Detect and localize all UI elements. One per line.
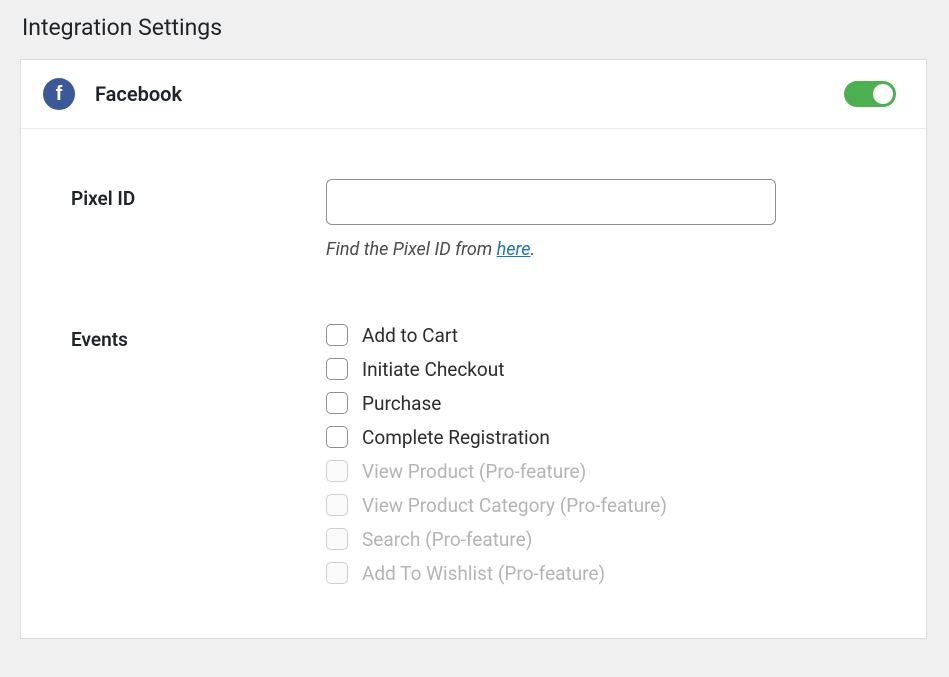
panel-header: f Facebook (21, 60, 926, 129)
pixel-id-help: Find the Pixel ID from here. (326, 239, 876, 260)
event-item: Add To Wishlist (Pro-feature) (326, 558, 876, 588)
event-item: View Product (Pro-feature) (326, 456, 876, 486)
event-checkbox[interactable] (326, 324, 348, 346)
integration-name: Facebook (95, 82, 182, 106)
event-item: View Product Category (Pro-feature) (326, 490, 876, 520)
events-label: Events (71, 320, 306, 351)
event-label: Search (Pro-feature) (362, 528, 532, 551)
event-label: View Product Category (Pro-feature) (362, 494, 667, 517)
event-item: Add to Cart (326, 320, 876, 350)
event-item: Initiate Checkout (326, 354, 876, 384)
event-checkbox (326, 494, 348, 516)
events-row: Events Add to Cart Initiate Checkout Purch… (71, 320, 876, 588)
event-item: Purchase (326, 388, 876, 418)
event-item: Complete Registration (326, 422, 876, 452)
event-label: Purchase (362, 392, 441, 415)
event-checkbox (326, 460, 348, 482)
event-checkbox (326, 562, 348, 584)
event-checkbox (326, 528, 348, 550)
event-label: Add To Wishlist (Pro-feature) (362, 562, 605, 585)
events-control: Add to Cart Initiate Checkout Purchase Comp… (326, 320, 876, 588)
help-suffix: . (530, 239, 535, 260)
pixel-id-help-link[interactable]: here (497, 239, 531, 260)
form-area: Pixel ID Find the Pixel ID from here. Ev… (21, 129, 926, 638)
help-prefix: Find the Pixel ID from (326, 239, 497, 260)
event-item: Search (Pro-feature) (326, 524, 876, 554)
event-label: View Product (Pro-feature) (362, 460, 586, 483)
event-label: Complete Registration (362, 426, 550, 449)
integration-toggle[interactable] (844, 81, 896, 107)
toggle-knob (873, 84, 893, 104)
pixel-id-control: Find the Pixel ID from here. (326, 179, 876, 260)
facebook-panel: f Facebook Pixel ID Find the Pixel ID fr… (20, 59, 927, 639)
panel-header-left: f Facebook (43, 78, 182, 110)
facebook-icon: f (43, 78, 75, 110)
pixel-id-input[interactable] (326, 179, 776, 225)
event-checkbox[interactable] (326, 358, 348, 380)
event-label: Add to Cart (362, 324, 458, 347)
pixel-id-label: Pixel ID (71, 179, 306, 210)
event-checkbox[interactable] (326, 392, 348, 414)
event-checkbox[interactable] (326, 426, 348, 448)
event-list: Add to Cart Initiate Checkout Purchase Comp… (326, 320, 876, 588)
page-title: Integration Settings (0, 0, 949, 59)
pixel-id-row: Pixel ID Find the Pixel ID from here. (71, 179, 876, 260)
event-label: Initiate Checkout (362, 358, 504, 381)
